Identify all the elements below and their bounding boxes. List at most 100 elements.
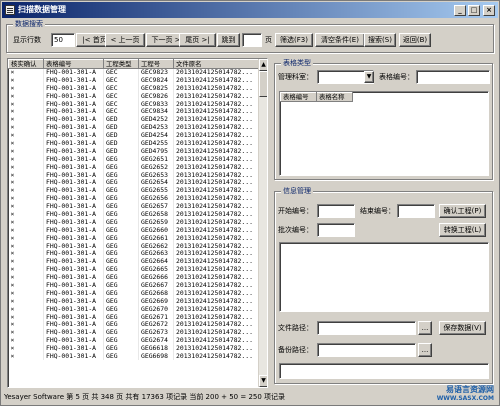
column-header[interactable]: 表格名称 — [316, 92, 353, 102]
last-page-button[interactable]: 尾页 >| — [179, 33, 216, 47]
info-log-box[interactable] — [279, 363, 489, 379]
table-row[interactable]: × FHQ-001-301-A GEG GEG2658 2013102412501478… — [8, 210, 259, 219]
scroll-up-arrow[interactable]: ▲ — [259, 59, 267, 71]
table-row[interactable]: × FHQ-001-301-A GEG GEG6618 2013102412501478… — [8, 344, 259, 353]
table-row[interactable]: × FHQ-001-301-A GEG GEG2655 2013102412501478… — [8, 186, 259, 195]
column-header[interactable]: 工程类型 — [103, 59, 139, 69]
table-row[interactable]: × FHQ-001-301-A GED GED4795 2013102412501478… — [8, 147, 259, 156]
backup-path-label: 备份路径： — [278, 346, 313, 354]
column-header[interactable]: 核实确认 — [8, 59, 44, 69]
browse-file-button[interactable]: ... — [418, 321, 432, 335]
verify-status-cell: × — [8, 289, 44, 298]
table-cell: 20131024125014782... — [173, 226, 259, 235]
table-row[interactable]: × FHQ-001-301-A GEC GEC9823 2013102412501478… — [8, 68, 259, 77]
info-textarea[interactable] — [279, 242, 489, 312]
table-row[interactable]: × FHQ-001-301-A GED GED4253 2013102412501478… — [8, 123, 259, 132]
table-cell: FHQ-001-301-A — [43, 131, 104, 140]
table-cell: FHQ-001-301-A — [43, 171, 104, 179]
end-number-input[interactable] — [397, 204, 435, 218]
verify-status-cell: × — [8, 249, 44, 258]
table-number-label: 表格编号： — [379, 73, 414, 81]
confirm-project-button[interactable]: 确认工程(P) — [439, 204, 486, 218]
prev-page-button[interactable]: < 上一页 — [105, 33, 145, 47]
filter-button[interactable]: 筛选(F3) — [275, 33, 313, 47]
column-header[interactable]: 文件原名 — [173, 59, 259, 69]
verify-status-cell: × — [8, 265, 44, 274]
table-row[interactable]: × FHQ-001-301-A GEG GEG2671 2013102412501478… — [8, 313, 259, 321]
table-cell: GEG2670 — [138, 305, 174, 314]
table-row[interactable]: × FHQ-001-301-A GEG GEG2666 2013102412501478… — [8, 273, 259, 282]
table-cell: GED — [103, 115, 139, 124]
table-row[interactable]: × FHQ-001-301-A GEG GEG2664 2013102412501478… — [8, 257, 259, 266]
minimize-button[interactable]: _ — [454, 5, 466, 16]
table-row[interactable]: × FHQ-001-301-A GED GED4252 2013102412501478… — [8, 115, 259, 124]
back-button[interactable]: 返回(B) — [399, 33, 431, 47]
table-row[interactable]: × FHQ-001-301-A GEG GEG2653 2013102412501478… — [8, 171, 259, 179]
column-header[interactable]: 工程号 — [138, 59, 174, 69]
table-row[interactable]: × FHQ-001-301-A GEC GEC9825 2013102412501478… — [8, 84, 259, 93]
table-row[interactable]: × FHQ-001-301-A GEG GEG2673 2013102412501478… — [8, 328, 259, 337]
table-row[interactable]: × FHQ-001-301-A GEG GEG2672 2013102412501478… — [8, 321, 259, 329]
table-row[interactable]: × FHQ-001-301-A GEC GEC9824 2013102412501478… — [8, 76, 259, 85]
table-cell: GED — [103, 131, 139, 140]
backup-path-input[interactable] — [317, 343, 416, 357]
table-row[interactable]: × FHQ-001-301-A GEG GEG2651 2013102412501478… — [8, 155, 259, 164]
table-type-group: 表格类型 管理科室： ▼ 表格编号： 表格编号 表格名称 — [274, 59, 493, 180]
table-type-list[interactable]: 表格编号 表格名称 — [279, 91, 489, 176]
scroll-down-arrow[interactable]: ▼ — [259, 375, 267, 387]
batch-number-input[interactable] — [317, 223, 355, 237]
table-cell: GEG — [103, 194, 139, 203]
scroll-thumb[interactable] — [259, 71, 267, 97]
table-row[interactable]: × FHQ-001-301-A GED GED4255 2013102412501478… — [8, 139, 259, 148]
start-number-input[interactable] — [317, 204, 355, 218]
table-row[interactable]: × FHQ-001-301-A GEG GEG2660 2013102412501478… — [8, 226, 259, 235]
table-row[interactable]: × FHQ-001-301-A GEG GEG2656 2013102412501478… — [8, 194, 259, 203]
table-row[interactable]: × FHQ-001-301-A GEC GEC9826 2013102412501478… — [8, 92, 259, 101]
rows-input[interactable]: 50 — [51, 33, 75, 47]
table-row[interactable]: × FHQ-001-301-A GEC GEC9834 2013102412501478… — [8, 107, 259, 116]
table-cell: 20131024125014782... — [173, 100, 259, 108]
table-row[interactable]: × FHQ-001-301-A GEG GEG2665 2013102412501478… — [8, 265, 259, 274]
table-cell: 20131024125014782... — [173, 123, 259, 132]
search-group: 数据搜索 显示行数 50 |< 首页 < 上一页 下一页 > 尾页 >| 跳到 … — [6, 20, 494, 53]
file-path-input[interactable] — [317, 321, 416, 335]
table-row[interactable]: × FHQ-001-301-A GEG GEG2667 2013102412501478… — [8, 281, 259, 290]
page-input[interactable] — [242, 33, 262, 47]
vertical-scrollbar[interactable]: ▲ ▼ — [258, 59, 267, 387]
save-data-button[interactable]: 保存数据(V) — [439, 321, 486, 335]
table-cell: GEG — [103, 328, 139, 337]
table-row[interactable]: × FHQ-001-301-A GEG GEG2674 2013102412501478… — [8, 336, 259, 345]
table-row[interactable]: × FHQ-001-301-A GEG GEG2652 2013102412501478… — [8, 163, 259, 172]
convert-project-button[interactable]: 转换工程(L) — [439, 223, 486, 237]
table-cell: GED4255 — [138, 139, 174, 148]
clear-conditions-button[interactable]: 清空条件(E) — [315, 33, 365, 47]
verify-status-cell: × — [8, 352, 44, 361]
table-cell: GEG — [103, 305, 139, 314]
table-row[interactable]: × FHQ-001-301-A GEG GEG2662 2013102412501478… — [8, 242, 259, 250]
table-cell: GEC — [103, 84, 139, 93]
table-cell: FHQ-001-301-A — [43, 328, 104, 337]
column-header[interactable]: 表格编号 — [43, 59, 104, 69]
table-row[interactable]: × FHQ-001-301-A GEG GEG2669 2013102412501478… — [8, 297, 259, 306]
table-row[interactable]: × FHQ-001-301-A GEG GEG2661 2013102412501478… — [8, 234, 259, 243]
chevron-down-icon[interactable]: ▼ — [364, 71, 374, 83]
jump-button[interactable]: 跳到 — [217, 33, 240, 47]
table-row[interactable]: × FHQ-001-301-A GEC GEC9833 2013102412501478… — [8, 100, 259, 108]
table-row[interactable]: × FHQ-001-301-A GEG GEG2654 2013102412501478… — [8, 178, 259, 187]
table-row[interactable]: × FHQ-001-301-A GEG GEG6698 2013102412501478… — [8, 352, 259, 361]
table-row[interactable]: × FHQ-001-301-A GED GED4254 2013102412501478… — [8, 131, 259, 140]
close-button[interactable]: × — [483, 5, 495, 16]
table-cell: GEG2664 — [138, 257, 174, 266]
column-header[interactable]: 表格编号 — [280, 92, 317, 102]
maximize-button[interactable]: □ — [468, 5, 480, 16]
table-cell: GEG — [103, 249, 139, 258]
table-row[interactable]: × FHQ-001-301-A GEG GEG2668 2013102412501478… — [8, 289, 259, 298]
table-row[interactable]: × FHQ-001-301-A GEG GEG2663 2013102412501478… — [8, 249, 259, 258]
table-number-input[interactable] — [416, 70, 490, 84]
table-row[interactable]: × FHQ-001-301-A GEG GEG2659 2013102412501478… — [8, 218, 259, 227]
browse-backup-button[interactable]: ... — [418, 343, 432, 357]
search-button[interactable]: 搜索(S) — [364, 33, 396, 47]
table-row[interactable]: × FHQ-001-301-A GEG GEG2657 2013102412501478… — [8, 202, 259, 211]
title-bar[interactable]: 扫描数据管理 _ □ × — [2, 2, 498, 18]
table-row[interactable]: × FHQ-001-301-A GEG GEG2670 2013102412501478… — [8, 305, 259, 314]
